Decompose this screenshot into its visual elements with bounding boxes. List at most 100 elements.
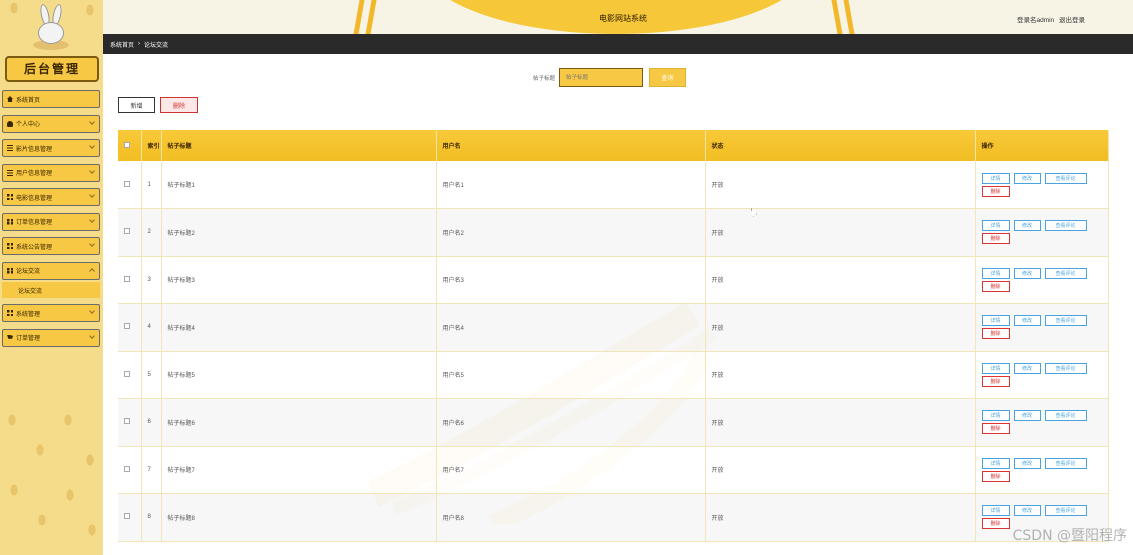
row-delete-button[interactable]: 删除 bbox=[981, 423, 1010, 435]
row-index: 7 bbox=[141, 446, 162, 494]
breadcrumb-home[interactable]: 系统首页 bbox=[110, 40, 134, 49]
row-checkbox[interactable] bbox=[124, 465, 130, 472]
row-checkbox[interactable] bbox=[124, 370, 130, 377]
header-actions: 操作 bbox=[975, 130, 1109, 161]
edit-button[interactable]: 修改 bbox=[1013, 457, 1041, 469]
row-select-cell[interactable] bbox=[118, 303, 142, 352]
table-row: 6 帖子标题6 用户名6 开放 详情 修改 查看评论 删除 bbox=[118, 398, 1109, 447]
row-delete-button[interactable]: 删除 bbox=[981, 328, 1010, 340]
row-index: 4 bbox=[141, 303, 162, 352]
table-row: 7 帖子标题7 用户名7 开放 详情 修改 查看评论 删除 bbox=[118, 446, 1109, 494]
search-button[interactable]: 查询 bbox=[649, 68, 687, 87]
delete-button[interactable]: 删除 bbox=[160, 97, 198, 113]
view-comments-button[interactable]: 查看评论 bbox=[1044, 410, 1087, 422]
row-delete-button[interactable]: 删除 bbox=[981, 280, 1010, 292]
sidebar-item-home[interactable]: 系统首页 bbox=[2, 90, 100, 108]
edit-button[interactable]: 修改 bbox=[1013, 410, 1041, 422]
row-index: 5 bbox=[141, 351, 162, 399]
row-status: 开放 bbox=[705, 398, 976, 447]
row-title: 帖子标题7 bbox=[161, 446, 437, 494]
row-select-cell[interactable] bbox=[118, 493, 142, 542]
row-select-cell[interactable] bbox=[118, 208, 142, 257]
edit-button[interactable]: 修改 bbox=[1013, 505, 1041, 517]
header-index: 索引 bbox=[141, 130, 162, 161]
edit-button[interactable]: 修改 bbox=[1013, 362, 1041, 374]
table-row: 1 帖子标题1 用户名1 开放 详情 修改 查看评论 删除 bbox=[118, 161, 1109, 209]
row-user: 用户名3 bbox=[436, 256, 706, 304]
header-title: 帖子标题 bbox=[161, 130, 437, 161]
view-comments-button[interactable]: 查看评论 bbox=[1044, 505, 1087, 517]
detail-button[interactable]: 详情 bbox=[981, 362, 1010, 374]
row-checkbox[interactable] bbox=[124, 275, 130, 282]
table-row: 8 帖子标题8 用户名8 开放 详情 修改 查看评论 删除 bbox=[118, 493, 1109, 542]
row-status: 开放 bbox=[705, 446, 976, 494]
row-select-cell[interactable] bbox=[118, 161, 142, 209]
row-delete-button[interactable]: 删除 bbox=[981, 518, 1010, 530]
chevron-down-icon bbox=[89, 167, 95, 174]
sidebar-item-orders[interactable]: 订单管理 bbox=[2, 328, 100, 347]
detail-button[interactable]: 详情 bbox=[981, 172, 1010, 184]
row-select-cell[interactable] bbox=[118, 256, 142, 304]
row-checkbox[interactable] bbox=[124, 323, 130, 330]
row-actions: 详情 修改 查看评论 删除 bbox=[975, 398, 1109, 447]
row-delete-button[interactable]: 删除 bbox=[981, 375, 1010, 387]
sidebar-item-user-info[interactable]: 用户信息管理 bbox=[2, 163, 100, 182]
row-delete-button[interactable]: 删除 bbox=[981, 470, 1010, 482]
sidebar-item-film-info[interactable]: 电影信息管理 bbox=[2, 188, 100, 206]
sidebar-subitem-forum[interactable]: 论坛交流 bbox=[2, 282, 100, 298]
view-comments-button[interactable]: 查看评论 bbox=[1044, 172, 1087, 184]
chevron-down-icon bbox=[89, 216, 95, 223]
decor-stripe bbox=[352, 0, 365, 34]
detail-button[interactable]: 详情 bbox=[981, 505, 1010, 517]
row-user: 用户名7 bbox=[436, 446, 706, 494]
view-comments-button[interactable]: 查看评论 bbox=[1044, 362, 1087, 374]
sidebar-item-movie-info[interactable]: 影片信息管理 bbox=[2, 139, 100, 157]
row-checkbox[interactable] bbox=[124, 180, 130, 187]
edit-button[interactable]: 修改 bbox=[1013, 267, 1041, 279]
search-input[interactable] bbox=[559, 68, 644, 87]
sidebar-item-system[interactable]: 系统管理 bbox=[2, 304, 100, 322]
row-checkbox[interactable] bbox=[124, 418, 130, 425]
user-info: 登录名admin 退出登录 bbox=[1014, 14, 1085, 24]
row-checkbox[interactable] bbox=[124, 513, 130, 520]
row-user: 用户名5 bbox=[436, 351, 706, 399]
row-checkbox[interactable] bbox=[124, 228, 130, 235]
select-all-checkbox[interactable] bbox=[124, 141, 130, 148]
header-select-all[interactable] bbox=[118, 130, 142, 161]
row-actions: 详情 修改 查看评论 删除 bbox=[975, 446, 1109, 494]
edit-button[interactable]: 修改 bbox=[1013, 315, 1041, 327]
top-header: 电影网站系统 登录名admin 退出登录 bbox=[103, 0, 1133, 34]
view-comments-button[interactable]: 查看评论 bbox=[1044, 457, 1087, 469]
edit-button[interactable]: 修改 bbox=[1013, 172, 1041, 184]
detail-button[interactable]: 详情 bbox=[981, 457, 1010, 469]
sidebar-menu: 系统首页 个人中心 影片信息管理 用户信息管理 电影信息管理 订单信息管理 系统… bbox=[2, 90, 100, 353]
edit-button[interactable]: 修改 bbox=[1013, 220, 1041, 232]
sidebar-item-order-info[interactable]: 订单信息管理 bbox=[2, 212, 100, 231]
sidebar-item-profile[interactable]: 个人中心 bbox=[2, 114, 100, 133]
row-select-cell[interactable] bbox=[118, 351, 142, 399]
logout-link[interactable]: 退出登录 bbox=[1059, 17, 1085, 24]
breadcrumb: 系统首页 › 论坛交流 bbox=[103, 34, 1133, 54]
detail-button[interactable]: 详情 bbox=[981, 315, 1010, 327]
row-delete-button[interactable]: 删除 bbox=[981, 233, 1010, 245]
chevron-down-icon bbox=[89, 308, 95, 314]
row-actions: 详情 修改 查看评论 删除 bbox=[975, 303, 1109, 352]
detail-button[interactable]: 详情 bbox=[981, 267, 1010, 279]
row-title: 帖子标题5 bbox=[161, 351, 437, 399]
row-select-cell[interactable] bbox=[118, 398, 142, 447]
row-select-cell[interactable] bbox=[118, 446, 142, 494]
sidebar-item-announcement[interactable]: 系统公告管理 bbox=[2, 237, 100, 255]
view-comments-button[interactable]: 查看评论 bbox=[1044, 220, 1087, 232]
row-delete-button[interactable]: 删除 bbox=[981, 185, 1010, 197]
detail-button[interactable]: 详情 bbox=[981, 220, 1010, 232]
row-index: 3 bbox=[141, 256, 162, 304]
view-comments-button[interactable]: 查看评论 bbox=[1044, 267, 1087, 279]
row-title: 帖子标题1 bbox=[161, 161, 437, 209]
sidebar-item-forum[interactable]: 论坛交流 bbox=[2, 261, 100, 280]
detail-button[interactable]: 详情 bbox=[981, 410, 1010, 422]
username-label: 登录名admin bbox=[1016, 17, 1055, 24]
add-button[interactable]: 新增 bbox=[118, 97, 155, 113]
view-comments-button[interactable]: 查看评论 bbox=[1044, 315, 1087, 327]
sidebar-item-label: 订单信息管理 bbox=[16, 220, 53, 226]
row-status: 开放 bbox=[705, 161, 976, 209]
